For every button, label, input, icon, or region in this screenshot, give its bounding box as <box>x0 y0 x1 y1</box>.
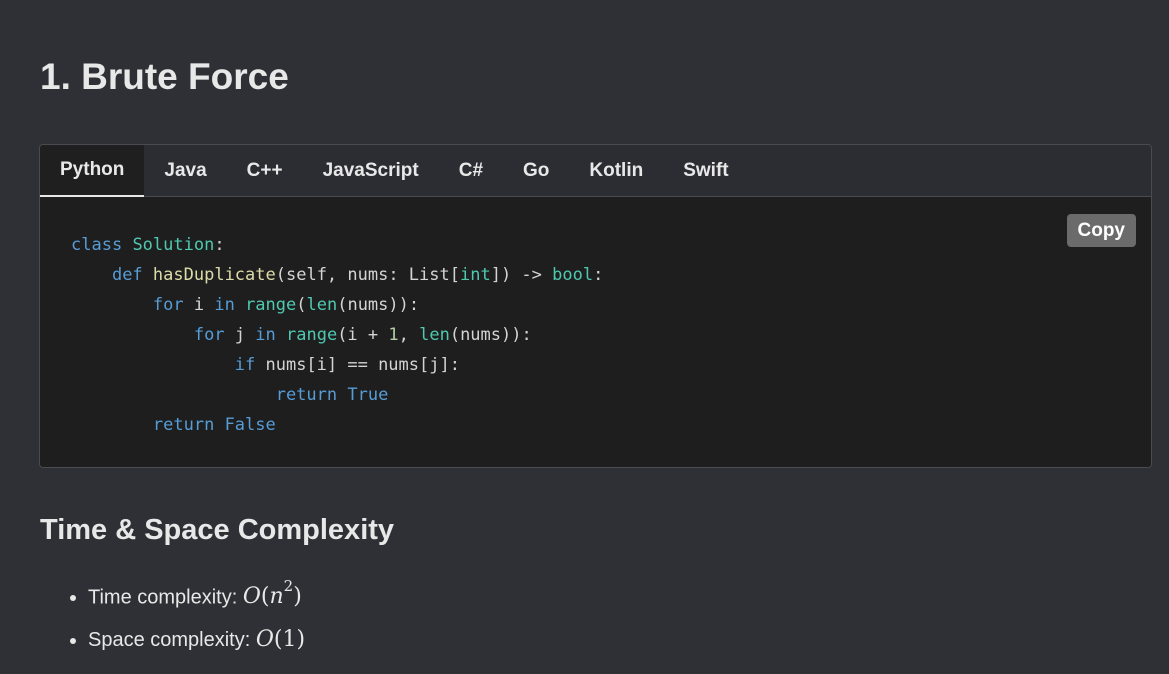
math-symbol: ( <box>273 627 283 652</box>
math-symbol: O <box>255 627 274 652</box>
tab-kotlin[interactable]: Kotlin <box>569 145 663 196</box>
code-token: range <box>245 295 297 315</box>
list-item: Time complexity: O(n2) <box>88 568 305 618</box>
math-exponent: 2 <box>283 577 294 595</box>
tab-swift[interactable]: Swift <box>663 145 748 196</box>
complexity-list: Time complexity: O(n2) Space complexity:… <box>40 568 305 668</box>
code-token: False <box>224 415 276 435</box>
code-token: (self, nums: List[ <box>275 265 460 285</box>
space-complexity-label: Space complexity: <box>88 629 256 651</box>
section-title: Time & Space Complexity <box>40 514 395 546</box>
code-token: len <box>419 325 450 345</box>
code-token: hasDuplicate <box>152 265 276 285</box>
code-token: for <box>152 295 184 315</box>
code-token: i <box>183 295 215 315</box>
code-card: Python Java C++ JavaScript C# Go Kotlin … <box>39 144 1152 468</box>
code-token: len <box>306 295 338 315</box>
code-token: ( <box>296 295 307 315</box>
code-token: int <box>459 265 491 285</box>
math-symbol: n <box>269 584 284 610</box>
math-symbol: ) <box>296 627 306 652</box>
time-complexity-value: O(n2) <box>242 577 302 610</box>
code-token: def <box>111 265 143 285</box>
code-block[interactable]: class Solution: def hasDuplicate(self, n… <box>71 230 603 440</box>
code-line-3: for i in range(len(nums)): <box>71 295 419 315</box>
code-token: j <box>224 325 256 345</box>
code-token: , <box>398 325 420 345</box>
tab-javascript[interactable]: JavaScript <box>303 145 439 196</box>
code-token: in <box>214 295 235 315</box>
math-symbol: 1 <box>282 627 297 652</box>
math-symbol: O <box>242 584 261 610</box>
copy-button[interactable]: Copy <box>1066 214 1136 247</box>
code-body: Copy class Solution: def hasDuplicate(se… <box>40 197 1151 467</box>
code-token: (i + <box>337 325 389 345</box>
code-token: range <box>286 325 338 345</box>
code-line-2: def hasDuplicate(self, nums: List[int]) … <box>71 265 603 285</box>
code-token: for <box>193 325 225 345</box>
code-token: in <box>255 325 276 345</box>
space-complexity-value: O(1) <box>256 627 305 652</box>
code-token: return <box>152 415 215 435</box>
code-token: ]) -> <box>490 265 553 285</box>
code-token: True <box>347 385 389 405</box>
list-item: Space complexity: O(1) <box>88 618 305 668</box>
code-line-5: if nums[i] == nums[j]: <box>71 355 460 375</box>
code-token: (nums)): <box>449 325 532 345</box>
tab-go[interactable]: Go <box>503 145 569 196</box>
code-token: : <box>593 265 604 285</box>
code-line-4: for j in range(i + 1, len(nums)): <box>71 325 532 345</box>
code-token: (nums)): <box>337 295 420 315</box>
tab-python[interactable]: Python <box>40 145 145 197</box>
code-token: return <box>275 385 338 405</box>
code-line-1: class Solution: <box>71 235 225 255</box>
tab-java[interactable]: Java <box>144 145 226 196</box>
code-line-7: return False <box>71 415 276 435</box>
code-token: if <box>234 355 256 375</box>
code-token: 1 <box>388 325 399 345</box>
tab-cpp[interactable]: C++ <box>227 145 303 196</box>
time-complexity-label: Time complexity: <box>88 586 243 609</box>
code-token: bool <box>552 265 594 285</box>
math-symbol: ) <box>293 584 302 610</box>
code-token: Solution <box>132 235 215 255</box>
page-title: 1. Brute Force <box>40 56 289 97</box>
tab-csharp[interactable]: C# <box>439 145 503 196</box>
code-token: : <box>214 235 225 255</box>
code-token: nums[i] == nums[j]: <box>255 355 460 375</box>
language-tab-bar: Python Java C++ JavaScript C# Go Kotlin … <box>40 145 1151 197</box>
code-token: class <box>71 235 123 255</box>
code-line-6: return True <box>71 385 389 405</box>
